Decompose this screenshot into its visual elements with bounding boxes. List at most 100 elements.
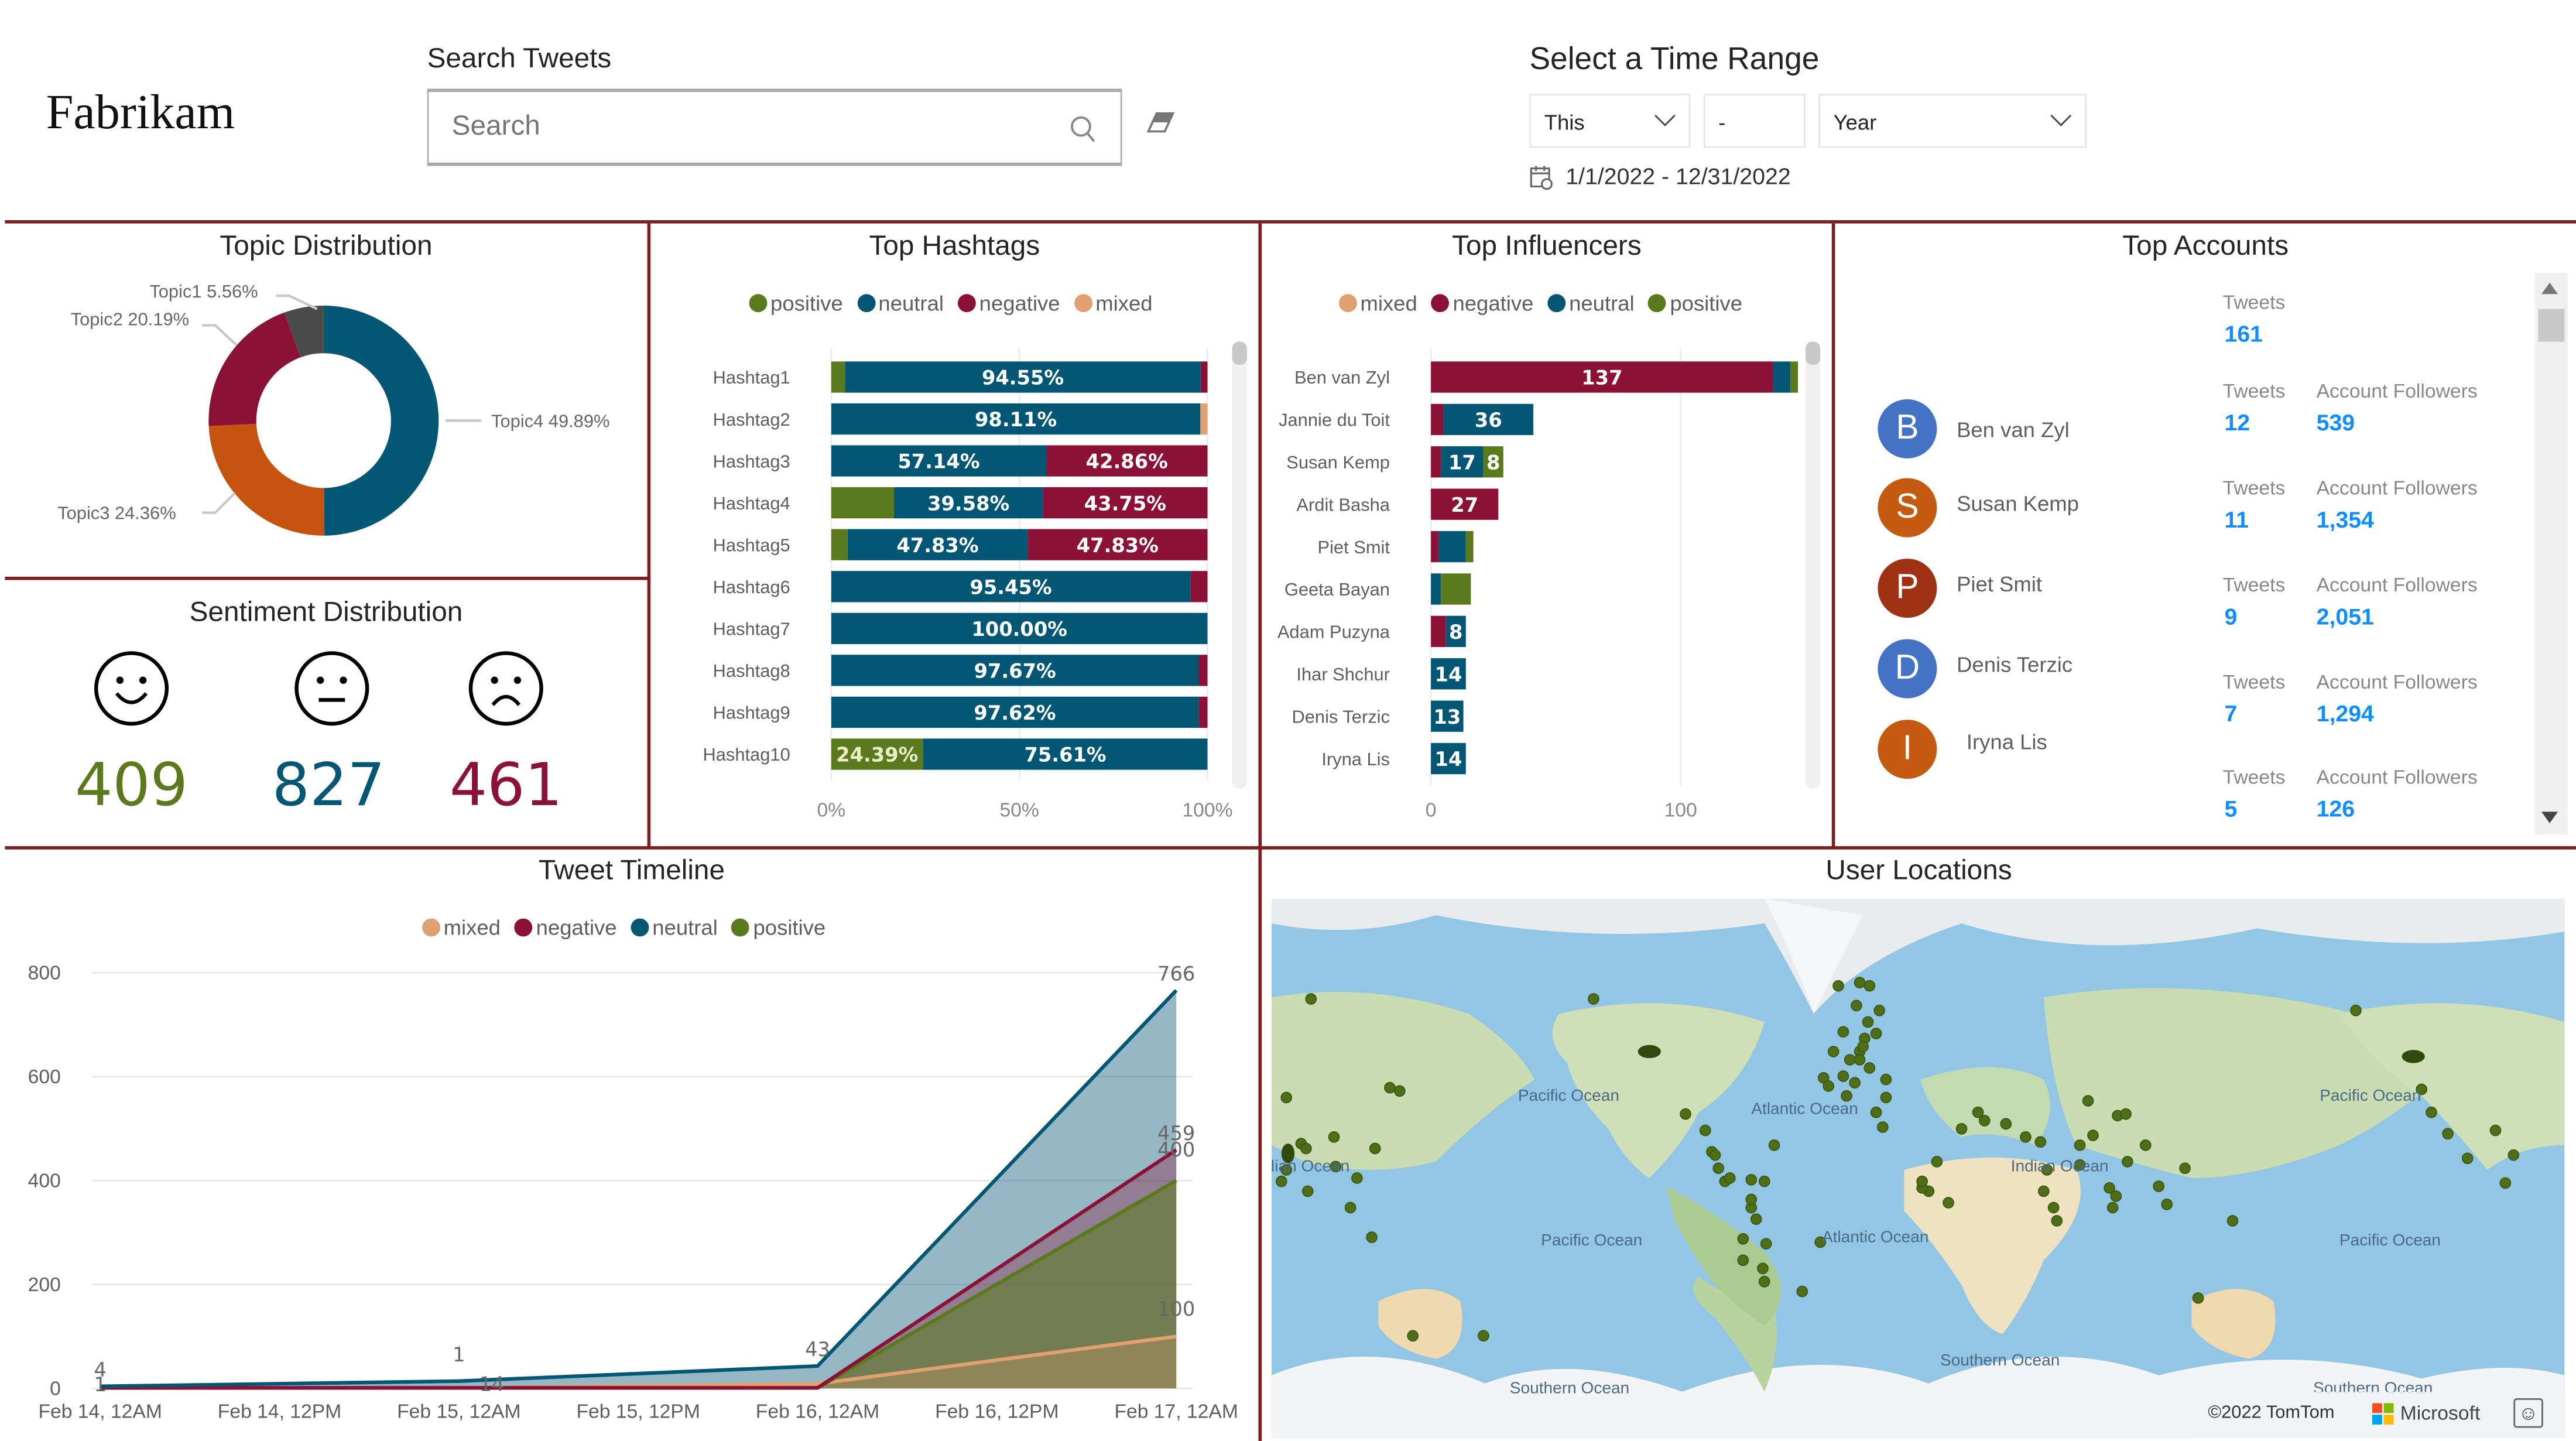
location-marker[interactable]	[1916, 1175, 1928, 1187]
bar-segment-negative[interactable]	[1198, 696, 1208, 728]
account-name[interactable]: Piet Smit	[1957, 572, 2042, 597]
location-marker[interactable]	[2020, 1131, 2032, 1143]
bar-segment-neutral[interactable]	[1773, 361, 1791, 393]
location-marker[interactable]	[2051, 1215, 2063, 1227]
search-icon[interactable]	[1068, 115, 1098, 145]
location-marker[interactable]	[2120, 1108, 2132, 1120]
location-marker[interactable]	[1737, 1254, 1749, 1267]
world-map[interactable]: Pacific Ocean Atlantic Ocean Indian Ocea…	[1271, 898, 2565, 1438]
location-marker[interactable]	[1369, 1142, 1381, 1155]
period-unit-dropdown[interactable]: Year	[1818, 93, 2087, 148]
location-marker[interactable]	[1854, 1054, 1866, 1066]
donut-slice-topic3[interactable]	[208, 423, 325, 536]
location-marker[interactable]	[2461, 1152, 2474, 1165]
hashtags-scrollbar[interactable]	[1232, 341, 1247, 789]
location-marker[interactable]	[1870, 1106, 1882, 1118]
location-marker[interactable]	[2179, 1162, 2191, 1174]
search-box[interactable]	[427, 88, 1122, 166]
location-marker[interactable]	[2087, 1129, 2099, 1141]
location-marker[interactable]	[1407, 1330, 1419, 1342]
location-marker[interactable]	[2000, 1118, 2012, 1130]
eraser-icon[interactable]	[1145, 110, 1178, 136]
account-name[interactable]: Denis Terzic	[1957, 652, 2073, 677]
legend-item-mixed[interactable]: mixed	[1074, 291, 1153, 316]
location-marker[interactable]	[2350, 1004, 2362, 1016]
legend-item-neutral[interactable]: neutral	[631, 915, 718, 940]
donut-slice-topic4[interactable]	[323, 305, 439, 536]
location-marker[interactable]	[1955, 1122, 1968, 1135]
bar-segment-positive[interactable]	[831, 487, 895, 519]
bar-segment-mixed[interactable]	[1200, 403, 1208, 435]
scroll-down-arrow-icon[interactable]	[2541, 812, 2558, 823]
legend-item-positive[interactable]: positive	[732, 915, 825, 940]
legend-item-negative[interactable]: negative	[958, 291, 1060, 316]
location-marker[interactable]	[1851, 1000, 1862, 1012]
location-marker[interactable]	[1832, 980, 1844, 992]
relative-period-dropdown[interactable]: This	[1529, 93, 1691, 148]
location-marker[interactable]	[1837, 1026, 1849, 1038]
location-marker[interactable]	[2226, 1215, 2239, 1227]
bar-segment-positive[interactable]	[1790, 361, 1799, 393]
location-cluster[interactable]	[1638, 1045, 1661, 1059]
location-marker[interactable]	[1328, 1131, 1340, 1143]
location-marker[interactable]	[1849, 1077, 1861, 1089]
bar-segment-neutral[interactable]	[1438, 530, 1466, 563]
bar-segment-positive[interactable]	[1465, 530, 1474, 563]
location-marker[interactable]	[1880, 1091, 1892, 1104]
location-marker[interactable]	[1588, 993, 1599, 1005]
account-name[interactable]: Iryna Lis	[1967, 730, 2047, 754]
location-marker[interactable]	[1393, 1085, 1406, 1097]
location-marker[interactable]	[1737, 1233, 1749, 1245]
location-marker[interactable]	[2082, 1095, 2094, 1107]
bar-segment-negative[interactable]	[1190, 571, 1208, 603]
bar-segment-negative[interactable]	[1431, 615, 1446, 648]
location-marker[interactable]	[1827, 1046, 1839, 1057]
location-marker[interactable]	[1750, 1213, 1762, 1225]
location-marker[interactable]	[1844, 1054, 1856, 1066]
location-marker[interactable]	[1745, 1193, 1758, 1206]
location-marker[interactable]	[1745, 1173, 1758, 1186]
location-marker[interactable]	[2122, 1156, 2133, 1168]
legend-item-positive[interactable]: positive	[1648, 291, 1742, 316]
bar-segment-negative[interactable]	[1431, 403, 1444, 436]
location-cluster[interactable]	[2402, 1050, 2425, 1063]
location-marker[interactable]	[1862, 1016, 1874, 1028]
location-marker[interactable]	[1870, 1028, 1882, 1039]
legend-item-mixed[interactable]: mixed	[1338, 291, 1417, 316]
location-marker[interactable]	[1796, 1285, 1808, 1298]
accounts-scrollbar[interactable]	[2534, 272, 2568, 835]
location-marker[interactable]	[2037, 1185, 2050, 1197]
legend-item-positive[interactable]: positive	[749, 291, 843, 316]
location-marker[interactable]	[1943, 1197, 1954, 1209]
bar-segment-positive[interactable]	[831, 529, 848, 560]
location-marker[interactable]	[1876, 1121, 1889, 1133]
bar-segment-positive[interactable]	[831, 361, 845, 393]
location-marker[interactable]	[1760, 1238, 1772, 1250]
location-marker[interactable]	[1300, 1142, 1312, 1155]
feedback-smiley-icon[interactable]: ☺	[2513, 1398, 2543, 1428]
donut-slice-topic2[interactable]	[208, 312, 301, 426]
location-marker[interactable]	[1880, 1073, 1892, 1086]
bar-segment-positive[interactable]	[1441, 573, 1471, 605]
location-marker[interactable]	[1709, 1149, 1721, 1161]
location-marker[interactable]	[2106, 1202, 2119, 1214]
location-marker[interactable]	[2110, 1190, 2122, 1202]
location-marker[interactable]	[1699, 1124, 1711, 1137]
bar-segment-neutral[interactable]	[1431, 573, 1441, 605]
location-marker[interactable]	[1864, 980, 1876, 992]
location-marker[interactable]	[1478, 1330, 1489, 1342]
location-marker[interactable]	[2047, 1202, 2060, 1214]
legend-item-mixed[interactable]: mixed	[422, 915, 501, 940]
bar-segment-negative[interactable]	[1200, 361, 1208, 393]
location-marker[interactable]	[1931, 1156, 1943, 1168]
legend-item-neutral[interactable]: neutral	[857, 291, 944, 316]
legend-item-negative[interactable]: negative	[515, 915, 617, 940]
location-marker[interactable]	[1758, 1275, 1770, 1288]
location-marker[interactable]	[2074, 1139, 2086, 1151]
bar-segment-negative[interactable]	[1198, 655, 1208, 686]
location-marker[interactable]	[1768, 1139, 1780, 1151]
location-marker[interactable]	[1758, 1175, 1770, 1187]
location-marker[interactable]	[1305, 993, 1317, 1005]
period-count-input[interactable]: -	[1703, 93, 1806, 148]
location-marker[interactable]	[1823, 1080, 1835, 1092]
